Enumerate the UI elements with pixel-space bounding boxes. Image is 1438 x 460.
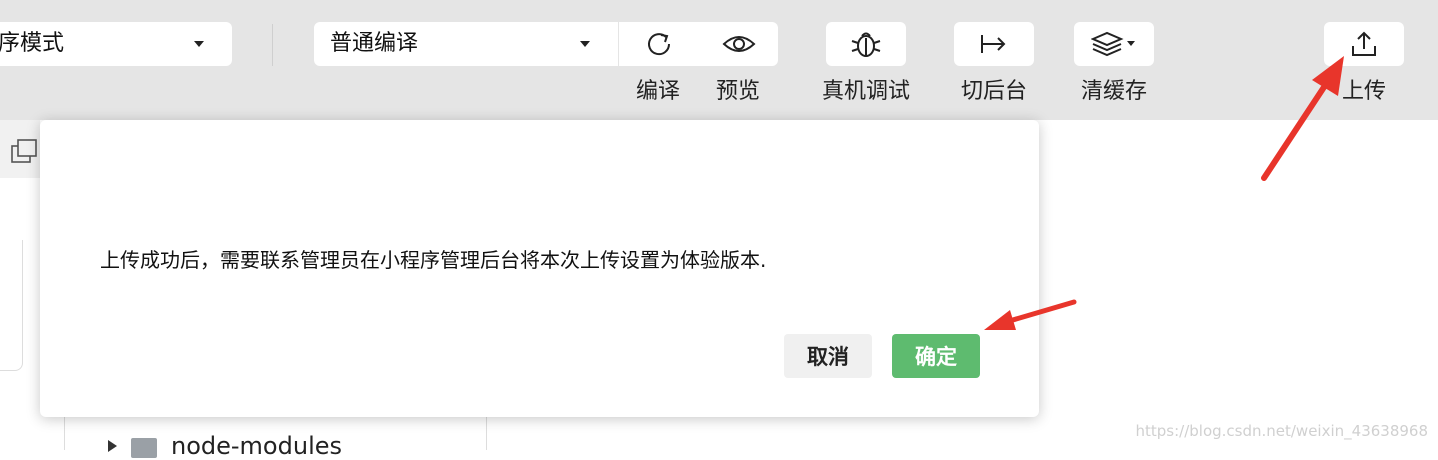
cancel-button[interactable]: 取消	[784, 334, 872, 378]
refresh-icon	[648, 33, 671, 56]
toolbar-divider	[272, 24, 273, 66]
bug-icon	[851, 32, 881, 57]
upload-label: 上传	[1341, 79, 1386, 104]
device-debug-label: 真机调试	[821, 79, 910, 104]
tree-item-node-modules[interactable]: node-modules	[108, 432, 342, 460]
preview-button[interactable]	[699, 22, 778, 66]
confirm-button[interactable]: 确定	[892, 334, 980, 378]
window-icon[interactable]	[10, 138, 40, 166]
eye-icon	[722, 36, 755, 52]
watermark: https://blog.csdn.net/weixin_43638968	[1135, 422, 1428, 440]
left-panel-header	[0, 120, 40, 178]
tree-item-label: node-modules	[171, 432, 342, 460]
compile-select[interactable]: 普通编译	[314, 22, 618, 66]
chevron-right-icon	[108, 440, 117, 452]
folder-icon	[131, 438, 157, 458]
chevron-down-icon	[194, 41, 204, 47]
panel-divider	[486, 415, 487, 450]
compile-button[interactable]	[619, 22, 699, 66]
upload-confirm-dialog: 上传成功后，需要联系管理员在小程序管理后台将本次上传设置为体验版本. 取消 确定	[40, 120, 1039, 417]
upload-icon	[1352, 31, 1376, 56]
switch-background-icon	[981, 35, 1006, 53]
toolbar: 序模式 普通编译 编译 预览 真机调试 切后台 清缓存 上传	[0, 0, 1438, 120]
mode-select[interactable]: 序模式	[0, 22, 232, 66]
clear-cache-button[interactable]	[1074, 22, 1154, 66]
dialog-message: 上传成功后，需要联系管理员在小程序管理后台将本次上传设置为体验版本.	[100, 248, 767, 272]
layers-icon	[1091, 31, 1135, 57]
clear-cache-label: 清缓存	[1080, 79, 1147, 104]
panel-divider	[64, 415, 65, 450]
preview-label: 预览	[715, 79, 760, 104]
simulator-edge	[0, 240, 23, 371]
chevron-down-icon	[580, 41, 590, 47]
compile-select-value: 普通编译	[330, 31, 419, 56]
device-debug-button[interactable]	[826, 22, 906, 66]
switch-background-button[interactable]	[954, 22, 1034, 66]
upload-button[interactable]	[1324, 22, 1404, 66]
switch-background-label: 切后台	[960, 79, 1027, 104]
mode-select-value: 序模式	[0, 31, 65, 56]
